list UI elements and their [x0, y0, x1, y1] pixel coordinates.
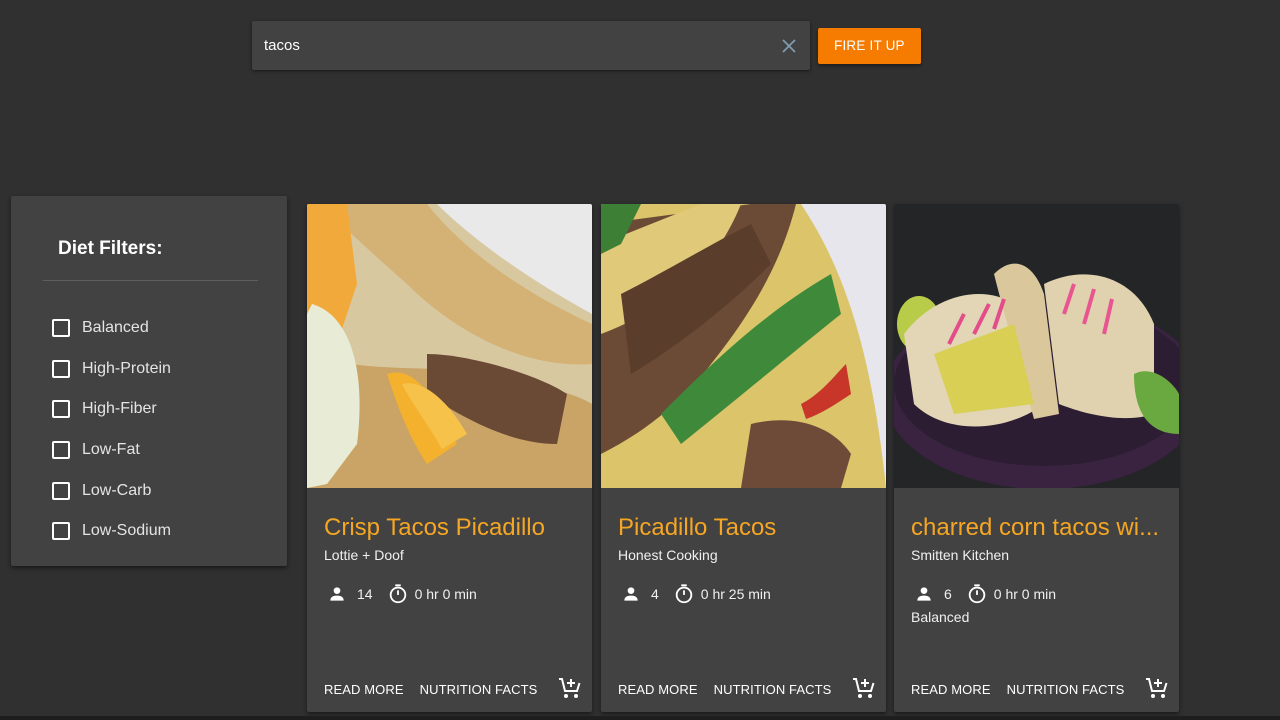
recipe-title[interactable]: charred corn tacos wi...: [911, 514, 1166, 542]
filter-balanced[interactable]: Balanced: [52, 308, 171, 349]
servings-count: 14: [357, 586, 373, 602]
filter-label: High-Protein: [82, 359, 171, 377]
nutrition-facts-button[interactable]: NUTRITION FACTS: [714, 682, 832, 697]
search-bar: FIRE IT UP: [252, 21, 921, 70]
filter-high-fiber[interactable]: High-Fiber: [52, 389, 171, 430]
cook-time: 0 hr 25 min: [700, 586, 771, 602]
timer-icon: [966, 583, 988, 605]
add-to-cart-button[interactable]: [1144, 676, 1170, 702]
filter-high-protein[interactable]: High-Protein: [52, 349, 171, 390]
close-icon[interactable]: [777, 34, 801, 58]
add-to-cart-icon: [852, 676, 876, 703]
checkbox[interactable]: [52, 522, 70, 541]
filter-list: Balanced High-Protein High-Fiber Low-Fat…: [52, 308, 171, 552]
cook-time: 0 hr 0 min: [414, 586, 477, 602]
filter-label: Low-Sodium: [82, 522, 171, 540]
recipe-source: Honest Cooking: [618, 547, 718, 563]
recipe-card: Crisp Tacos Picadillo Lottie + Doof 14 0…: [307, 204, 592, 712]
read-more-button[interactable]: READ MORE: [911, 682, 991, 697]
recipe-card: charred corn tacos wi... Smitten Kitchen…: [894, 204, 1179, 712]
filters-title: Diet Filters:: [58, 238, 163, 259]
servings-count: 4: [651, 586, 659, 602]
recipe-source: Lottie + Doof: [324, 547, 404, 563]
recipe-card: Picadillo Tacos Honest Cooking 4 0 hr 25…: [601, 204, 886, 712]
person-icon: [913, 583, 935, 605]
add-to-cart-icon: [1145, 676, 1169, 703]
timer-icon: [387, 583, 409, 605]
filter-low-fat[interactable]: Low-Fat: [52, 430, 171, 471]
checkbox[interactable]: [52, 319, 70, 338]
nutrition-facts-button[interactable]: NUTRITION FACTS: [420, 682, 538, 697]
checkbox[interactable]: [52, 481, 70, 500]
fire-it-up-button[interactable]: FIRE IT UP: [818, 27, 921, 64]
add-to-cart-icon: [558, 676, 582, 703]
checkbox[interactable]: [52, 359, 70, 378]
servings-count: 6: [944, 586, 952, 602]
recipe-meta: 14 0 hr 0 min: [326, 583, 477, 605]
card-actions: READ MORE NUTRITION FACTS: [601, 674, 886, 704]
filter-label: Balanced: [82, 319, 149, 337]
filters-divider: [43, 280, 258, 281]
add-to-cart-button[interactable]: [851, 676, 877, 702]
nutrition-facts-button[interactable]: NUTRITION FACTS: [1007, 682, 1125, 697]
filter-label: High-Fiber: [82, 400, 157, 418]
filter-low-sodium[interactable]: Low-Sodium: [52, 511, 171, 552]
add-to-cart-button[interactable]: [557, 676, 583, 702]
recipe-source: Smitten Kitchen: [911, 547, 1010, 563]
crisp-tacos-photo[interactable]: [307, 204, 592, 488]
recipe-title[interactable]: Crisp Tacos Picadillo: [324, 514, 579, 542]
read-more-button[interactable]: READ MORE: [618, 682, 698, 697]
filter-label: Low-Fat: [82, 441, 140, 459]
charred-corn-tacos-photo[interactable]: [894, 204, 1179, 488]
search-box: [252, 21, 810, 70]
read-more-button[interactable]: READ MORE: [324, 682, 404, 697]
search-input[interactable]: [264, 37, 777, 54]
filter-low-carb[interactable]: Low-Carb: [52, 470, 171, 511]
checkbox[interactable]: [52, 441, 70, 460]
card-actions: READ MORE NUTRITION FACTS: [307, 674, 592, 704]
cook-time: 0 hr 0 min: [993, 586, 1057, 602]
recipe-meta: 6 0 hr 0 min: [913, 583, 1056, 605]
filter-label: Low-Carb: [82, 481, 152, 499]
bottom-edge: [0, 716, 1280, 720]
recipe-meta: 4 0 hr 25 min: [620, 583, 771, 605]
timer-icon: [673, 583, 695, 605]
person-icon: [620, 583, 642, 605]
diet-filters-panel: Diet Filters: Balanced High-Protein High…: [11, 196, 287, 566]
recipe-title[interactable]: Picadillo Tacos: [618, 514, 873, 542]
checkbox[interactable]: [52, 400, 70, 419]
card-actions: READ MORE NUTRITION FACTS: [894, 674, 1179, 704]
picadillo-tacos-photo[interactable]: [601, 204, 886, 488]
person-icon: [326, 583, 348, 605]
diet-label: Balanced: [911, 609, 970, 625]
